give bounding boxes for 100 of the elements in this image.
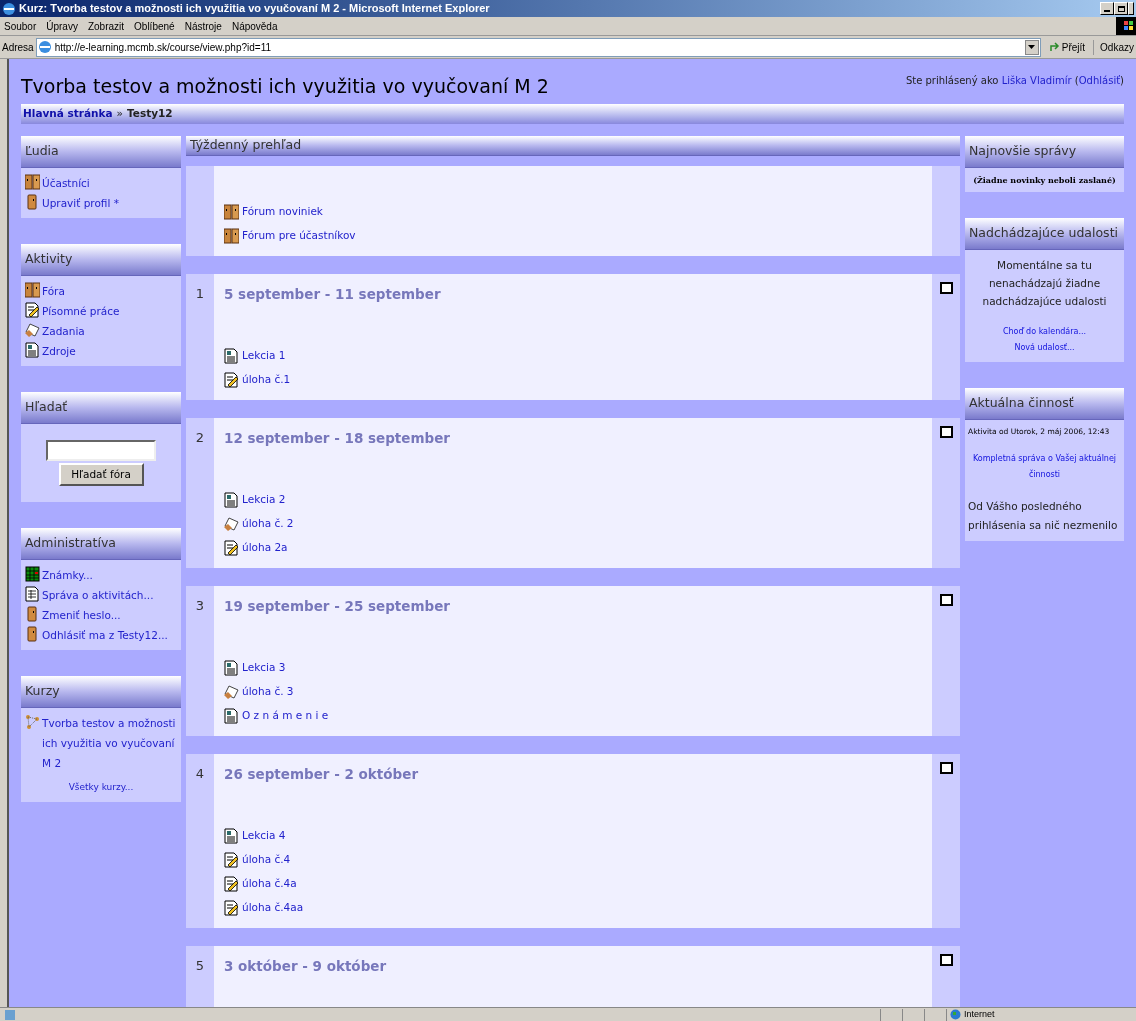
restore-button[interactable] bbox=[1114, 2, 1128, 15]
user-link[interactable]: Liška Vladimír bbox=[1001, 75, 1072, 86]
highlight-toggle[interactable] bbox=[939, 593, 953, 606]
document-icon bbox=[25, 342, 40, 358]
document-icon bbox=[224, 827, 239, 844]
go-button[interactable]: Přejít bbox=[1046, 39, 1088, 55]
document-icon bbox=[224, 707, 239, 724]
section-number: 5 bbox=[195, 957, 205, 975]
block-link[interactable]: Správa o aktivitách... bbox=[42, 585, 154, 605]
links-label[interactable]: Odkazy bbox=[1093, 39, 1134, 55]
dots-icon bbox=[25, 714, 40, 730]
block-link[interactable]: Zdroje bbox=[42, 341, 76, 361]
activity-link[interactable]: úloha č.4 bbox=[242, 851, 291, 868]
section-title: 26 september - 2 október bbox=[224, 764, 420, 784]
block-header: Týždenný prehľad bbox=[186, 136, 960, 156]
block-header: Nadchádzajúce udalosti bbox=[965, 218, 1124, 250]
section-number: 2 bbox=[195, 429, 205, 447]
document-icon bbox=[224, 491, 239, 508]
event-link[interactable]: Nová udalosť... bbox=[1014, 340, 1075, 356]
login-info: Ste prihlásený ako Liška Vladimír (Odhlásiť) bbox=[905, 74, 1124, 88]
activity-link[interactable]: úloha 2a bbox=[242, 539, 288, 556]
block-header: Kurzy bbox=[21, 676, 181, 708]
block-header: Aktivity bbox=[21, 244, 181, 276]
highlight-toggle[interactable] bbox=[939, 953, 953, 966]
grid-icon bbox=[25, 566, 40, 582]
activity-link[interactable]: Lekcia 1 bbox=[242, 347, 286, 364]
block-header: Najnovšie správy bbox=[965, 136, 1124, 168]
person-icon bbox=[25, 606, 40, 622]
search-button[interactable]: Hľadať fóra bbox=[58, 463, 144, 486]
people-icon bbox=[25, 282, 40, 298]
activity-link[interactable]: Fórum noviniek bbox=[242, 203, 323, 220]
activity-link[interactable]: Lekcia 3 bbox=[242, 659, 286, 676]
block-link[interactable]: Upraviť profil * bbox=[42, 193, 119, 213]
breadcrumb-separator: » bbox=[116, 106, 124, 122]
document-icon bbox=[25, 586, 40, 602]
news-text: (Žiadne novinky neboli zaslané) bbox=[972, 174, 1117, 187]
activity-link[interactable]: úloha č. 2 bbox=[242, 515, 294, 532]
address-label: Adresa bbox=[2, 40, 34, 55]
arrow-icon bbox=[1048, 41, 1061, 53]
minimize-button[interactable] bbox=[1100, 2, 1114, 15]
block-link[interactable]: Tvorba testov a možnosti ich využitia vo vyučovaní M 2 bbox=[42, 713, 177, 773]
block-link[interactable]: Účastníci bbox=[42, 173, 90, 193]
globe-icon bbox=[950, 1009, 961, 1020]
activity-link[interactable]: Lekcia 2 bbox=[242, 491, 286, 508]
pencil-document-icon bbox=[25, 302, 40, 318]
activity-report-link[interactable]: Kompletná správa o Vašej aktuálnej činnosti bbox=[968, 451, 1121, 484]
hand-paper-icon bbox=[224, 683, 239, 700]
security-zone: Internet bbox=[964, 1007, 995, 1021]
pencil-document-icon bbox=[224, 851, 239, 868]
search-field[interactable] bbox=[46, 440, 156, 461]
highlight-toggle[interactable] bbox=[939, 761, 953, 774]
course-title: Tvorba testov a možnosti ich využitia vo vyučovaní M 2 bbox=[21, 74, 549, 99]
document-icon bbox=[224, 347, 239, 364]
pencil-document-icon bbox=[224, 899, 239, 916]
section-number: 3 bbox=[195, 597, 205, 615]
menu-item[interactable]: Soubor bbox=[4, 18, 37, 34]
breadcrumb-current: Testy12 bbox=[127, 106, 173, 122]
document-icon bbox=[224, 659, 239, 676]
activity-text: Od Vášho posledného prihlásenia sa nič nezmenilo bbox=[968, 499, 1119, 534]
block-link[interactable]: Známky... bbox=[42, 565, 93, 585]
breadcrumb-link[interactable]: Hlavná stránka bbox=[23, 106, 113, 122]
block-header: Ľudia bbox=[21, 136, 181, 168]
event-link[interactable]: Choď do kalendára... bbox=[1002, 324, 1087, 340]
activity-link[interactable]: Lekcia 4 bbox=[242, 827, 286, 844]
all-courses-link[interactable]: Všetky kurzy... bbox=[68, 782, 134, 792]
menu-item[interactable]: Zobrazit bbox=[87, 18, 125, 34]
activity-link[interactable]: úloha č. 3 bbox=[242, 683, 294, 700]
block-link[interactable]: Odhlásiť ma z Testy12... bbox=[42, 625, 168, 645]
activity-link[interactable]: O z n á m e n i e bbox=[242, 707, 329, 724]
activity-link[interactable]: úloha č.1 bbox=[242, 371, 291, 388]
pencil-document-icon bbox=[224, 875, 239, 892]
hand-paper-icon bbox=[25, 322, 40, 338]
pencil-document-icon bbox=[224, 539, 239, 556]
section-title: 3 október - 9 október bbox=[224, 956, 388, 976]
events-text: Momentálne sa tu nenachádzajú žiadne nadchádzajúce udalosti bbox=[981, 258, 1108, 309]
people-icon bbox=[224, 227, 239, 244]
block-link[interactable]: Písomné práce bbox=[42, 301, 120, 321]
menu-item[interactable]: Úpravy bbox=[46, 18, 78, 34]
block-link[interactable]: Zadania bbox=[42, 321, 85, 341]
people-icon bbox=[224, 203, 239, 220]
highlight-toggle[interactable] bbox=[939, 281, 953, 294]
activity-link[interactable]: úloha č.4aa bbox=[242, 899, 304, 916]
highlight-toggle[interactable] bbox=[939, 425, 953, 438]
block-header: Administratíva bbox=[21, 528, 181, 560]
block-link[interactable]: Fóra bbox=[42, 281, 65, 301]
block-link[interactable]: Zmeniť heslo... bbox=[42, 605, 121, 625]
section-number: 1 bbox=[195, 285, 205, 303]
section-title: 19 september - 25 september bbox=[224, 596, 451, 616]
person-icon bbox=[25, 626, 40, 642]
menu-item[interactable]: Oblíbené bbox=[134, 18, 175, 34]
address-field[interactable]: http://e-learning.mcmb.sk/course/view.php?id=11 bbox=[35, 37, 1041, 57]
close-button[interactable] bbox=[1128, 2, 1134, 15]
menu-item[interactable]: Nápověda bbox=[231, 18, 278, 34]
section-number: 4 bbox=[195, 765, 205, 783]
activity-link[interactable]: Fórum pre účastníkov bbox=[242, 227, 356, 244]
menu-item[interactable]: Nástroje bbox=[184, 18, 222, 34]
block-header: Aktuálna činnosť bbox=[965, 388, 1124, 420]
activity-link[interactable]: úloha č.4a bbox=[242, 875, 297, 892]
person-icon bbox=[25, 194, 40, 210]
block-header: Hľadať bbox=[21, 392, 181, 424]
